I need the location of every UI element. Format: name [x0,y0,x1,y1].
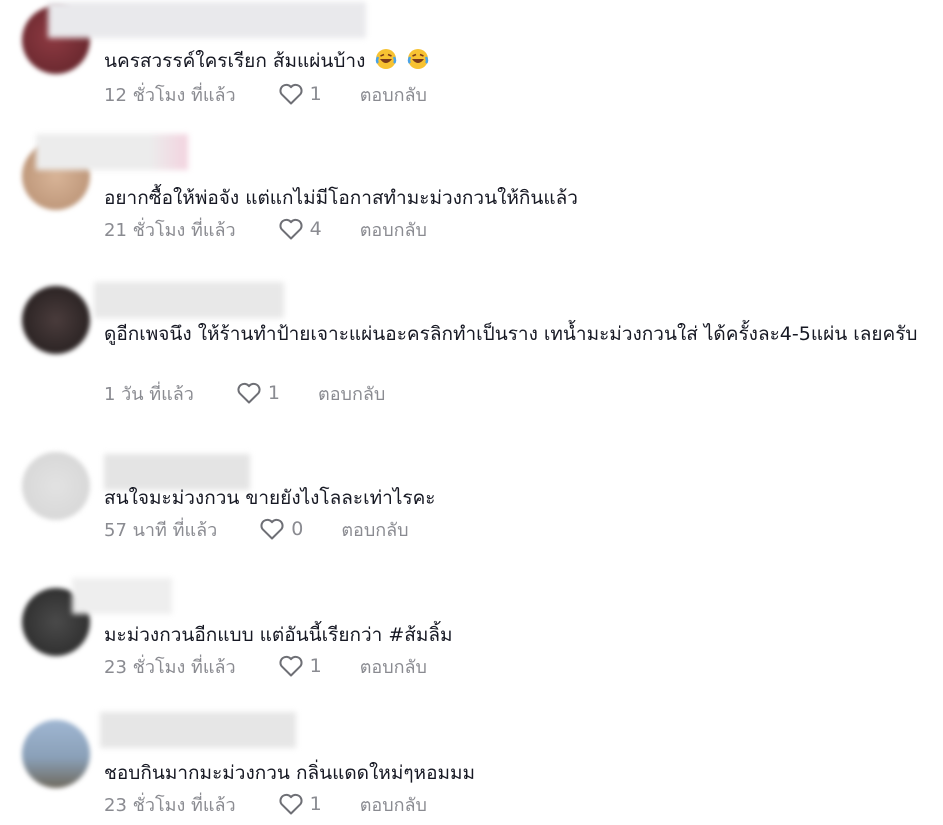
like-button[interactable]: 1 [236,381,280,405]
comment-meta: 12 ชั่วโมง ที่แล้ว 1 ตอบกลับ [104,80,427,108]
heart-icon [279,655,303,677]
heart-icon [237,382,261,404]
comment-meta: 57 นาที ที่แล้ว 0 ตอบกลับ [104,515,409,543]
like-button[interactable]: 1 [278,654,322,678]
comment-text: ดูอีกเพจนึง ให้ร้านทำป้ายเจาะแผ่นอะครลิก… [104,319,924,349]
like-count: 1 [309,83,322,105]
username-redacted [72,578,172,614]
heart-icon [279,793,303,815]
comment-text: อยากซื้อให้พ่อจัง แต่แกไม่มีโอกาสทำมะม่ว… [104,183,578,213]
comment-text: มะม่วงกวนอีกแบบ แต่อันนี้เรียกว่า #ส้มลิ… [104,620,453,650]
reply-button[interactable]: ตอบกลับ [360,790,427,819]
avatar[interactable] [22,286,90,354]
comment-text-content: ชอบกินมากมะม่วงกวน กลิ่นแดดใหม่ๆหอมมม [104,762,476,784]
heart-icon [279,218,303,240]
reply-button[interactable]: ตอบกลับ [360,652,427,681]
reply-button[interactable]: ตอบกลับ [318,379,385,408]
avatar[interactable] [22,452,90,520]
comment-text: สนใจมะม่วงกวน ขายยังไงโลละเท่าไรคะ [104,483,436,513]
laughing-crying-emoji-icon [376,49,397,69]
comment-text-content: อยากซื้อให้พ่อจัง แต่แกไม่มีโอกาสทำมะม่ว… [104,187,578,209]
comment-timestamp: 21 ชั่วโมง ที่แล้ว [104,219,236,241]
comment-timestamp: 23 ชั่วโมง ที่แล้ว [104,794,236,816]
like-button[interactable]: 0 [259,517,303,541]
reply-button[interactable]: ตอบกลับ [341,515,408,544]
like-count: 4 [309,218,322,240]
comment-text: ชอบกินมากมะม่วงกวน กลิ่นแดดใหม่ๆหอมมม [104,758,475,788]
avatar[interactable] [22,720,90,788]
comment-meta: 1 วัน ที่แล้ว 1 ตอบกลับ [104,379,385,407]
like-count: 1 [267,382,281,404]
heart-icon [279,83,303,105]
like-count: 0 [291,518,304,540]
reply-button[interactable]: ตอบกลับ [360,80,427,109]
comment-text: นครสวรรค์ใครเรียก ส้มแผ่นบ้าง [104,46,429,76]
comment-meta: 23 ชั่วโมง ที่แล้ว 1 ตอบกลับ [104,652,427,680]
like-count: 1 [309,793,322,815]
reply-button[interactable]: ตอบกลับ [360,215,427,244]
like-button[interactable]: 4 [278,217,322,241]
username-redacted [94,282,284,318]
comment-text-content: นครสวรรค์ใครเรียก ส้มแผ่นบ้าง [104,50,366,72]
like-count: 1 [309,655,322,677]
username-redacted [48,2,366,38]
like-button[interactable]: 1 [278,792,322,816]
comment-timestamp: 1 วัน ที่แล้ว [104,383,194,405]
comment-meta: 23 ชั่วโมง ที่แล้ว 1 ตอบกลับ [104,790,427,818]
laughing-crying-emoji-icon [408,49,429,69]
comment-text-content: มะม่วงกวนอีกแบบ แต่อันนี้เรียกว่า #ส้มลิ… [104,624,453,646]
comment-timestamp: 12 ชั่วโมง ที่แล้ว [104,84,236,106]
comment-text-content: ดูอีกเพจนึง ให้ร้านทำป้ายเจาะแผ่นอะครลิก… [104,323,918,345]
comment-timestamp: 23 ชั่วโมง ที่แล้ว [104,656,236,678]
username-redacted [100,712,296,748]
comment-timestamp: 57 นาที ที่แล้ว [104,519,218,541]
like-button[interactable]: 1 [278,82,322,106]
heart-icon [260,518,284,540]
comment-meta: 21 ชั่วโมง ที่แล้ว 4 ตอบกลับ [104,215,427,243]
comment-text-content: สนใจมะม่วงกวน ขายยังไงโลละเท่าไรคะ [104,487,436,509]
username-redacted [36,134,188,170]
